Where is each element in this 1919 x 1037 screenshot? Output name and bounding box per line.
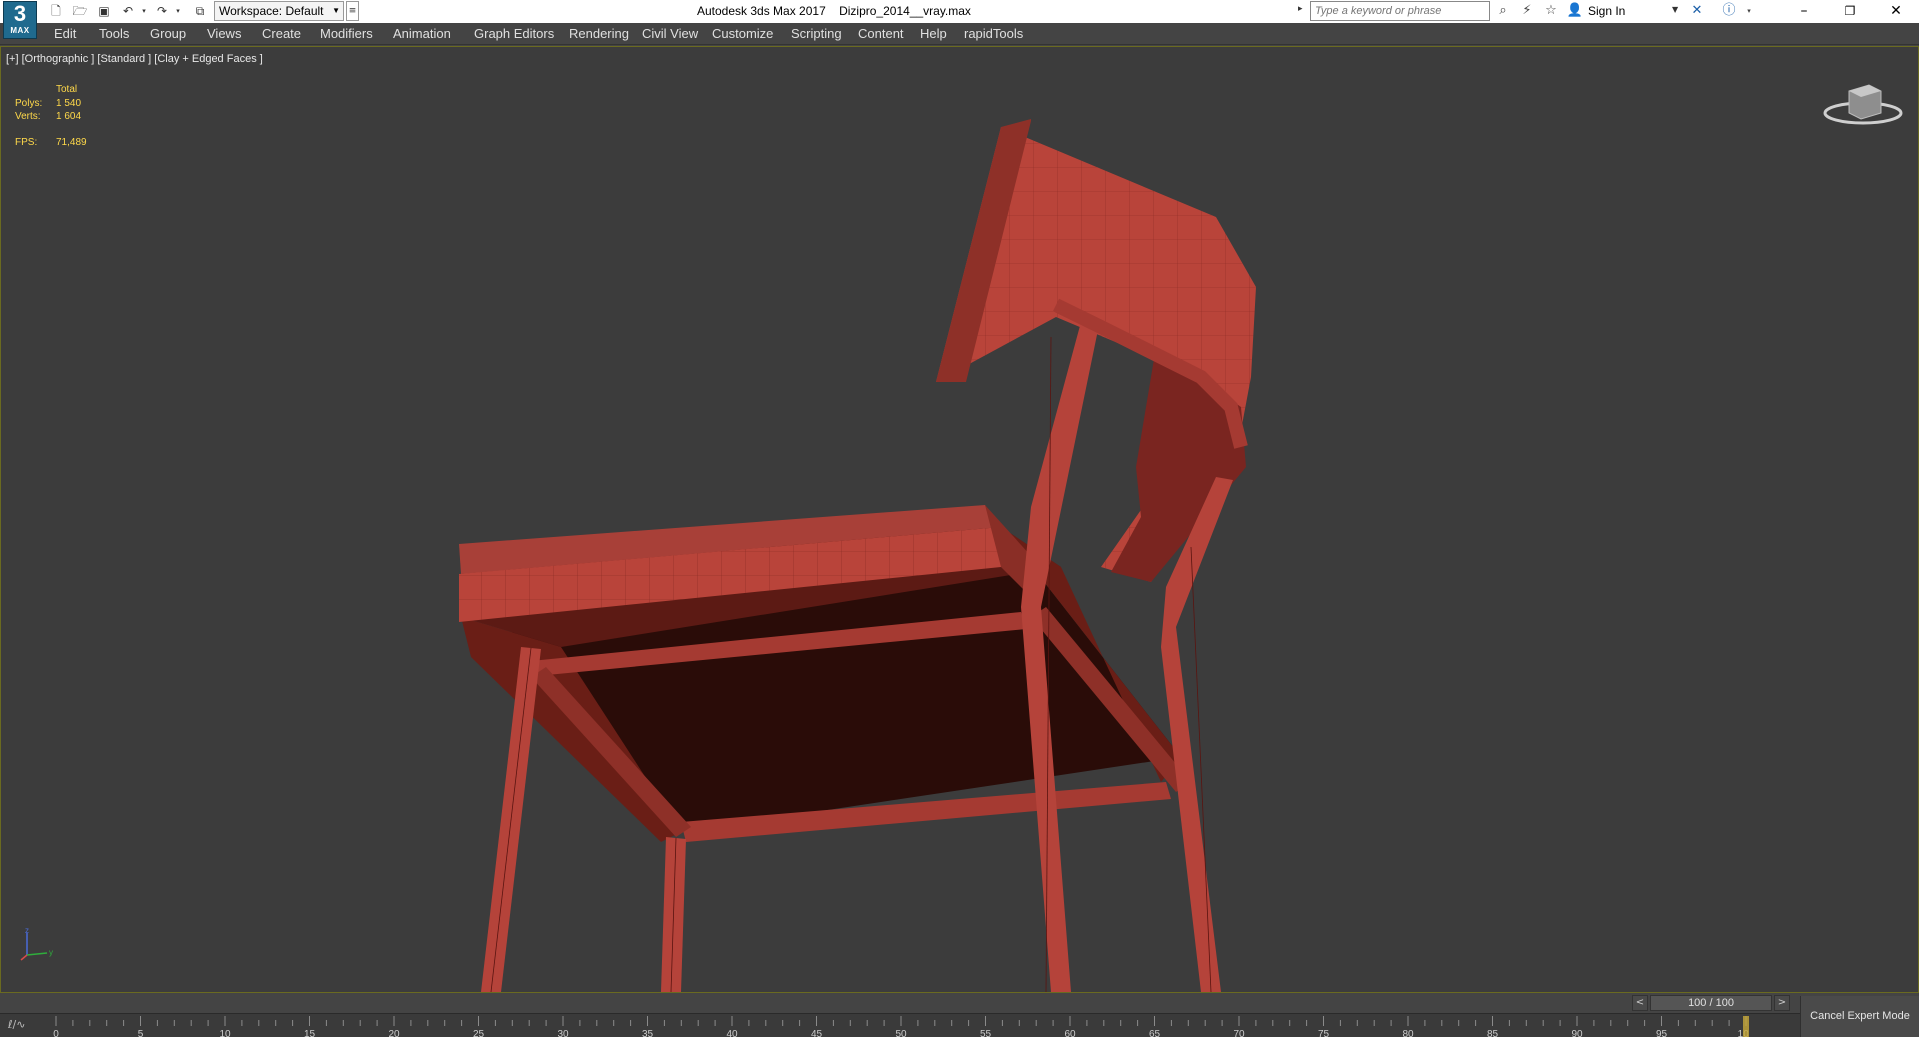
verts-value: 1 604 [56,111,82,122]
communication-center-icon[interactable]: ⚡ [1518,3,1536,19]
title-bar: 🗋 🗁 ▣ ↶ ▾ ↷ ▾ ⧉ Workspace: Default ▼ ≡ A… [0,0,1919,23]
menu-views[interactable]: Views [207,26,241,41]
menu-graph-editors[interactable]: Graph Editors [474,26,554,41]
sign-in-button[interactable]: Sign In [1588,4,1625,18]
new-file-icon[interactable]: 🗋 [48,3,64,19]
track-bar-ruler: 0510152025303540455055606570758085909510… [53,1016,1748,1037]
binoculars-icon[interactable]: ⌕ [1494,3,1512,19]
mini-curve-editor-icon[interactable]: ℓ∕∿ [8,1018,25,1031]
chevron-down-icon[interactable]: ▼ [1672,5,1678,14]
exchange-apps-icon[interactable]: ✕ [1688,3,1706,19]
help-dropdown-icon[interactable]: ▾ [1740,3,1758,19]
app-menu-button[interactable]: 3 MAX [3,1,37,39]
tick-label: 80 [1402,1029,1414,1037]
menu-group[interactable]: Group [150,26,186,41]
stats-header: Total [56,84,78,95]
quick-access-customize-button[interactable]: ≡ [346,1,359,21]
tick-label: 90 [1571,1029,1583,1037]
menu-edit[interactable]: Edit [54,26,76,41]
app-logo-icon: 3 [13,1,27,26]
cancel-expert-mode-button[interactable]: Cancel Expert Mode [1800,996,1919,1037]
viewport-label[interactable]: [+] [Orthographic ] [Standard ] [Clay + … [6,53,263,65]
polys-label: Polys: [15,98,43,109]
menu-help[interactable]: Help [920,26,947,41]
user-icon: 👤 [1566,3,1584,18]
perspective-viewport[interactable]: [+] [Orthographic ] [Standard ] [Clay + … [0,46,1919,993]
help-icon[interactable]: ⓘ [1720,3,1738,19]
tick-label: 45 [811,1029,823,1037]
time-slider-row: < 100 / 100 > [0,993,1919,1013]
search-expand-icon[interactable]: ▸ [1298,4,1303,14]
menu-animation[interactable]: Animation [393,26,451,41]
time-slider[interactable]: 100 / 100 [1650,995,1772,1011]
tick-label: 25 [473,1029,485,1037]
tick-label: 0 [53,1029,59,1037]
tick-label: 15 [304,1029,316,1037]
tick-label: 65 [1149,1029,1161,1037]
workspace-dropdown[interactable]: Workspace: Default ▼ [214,1,344,21]
workspace-label: Workspace: Default [219,4,324,18]
verts-label: Verts: [15,111,41,122]
app-logo-label: MAX [10,26,30,35]
menu-content[interactable]: Content [858,26,904,41]
menu-scripting[interactable]: Scripting [791,26,842,41]
axis-tripod-icon: z y [20,927,53,961]
prev-frame-button[interactable]: < [1632,995,1648,1011]
project-folder-icon[interactable]: ⧉ [192,3,208,19]
save-icon[interactable]: ▣ [96,3,112,19]
tick-label: 40 [726,1029,738,1037]
search-input[interactable] [1310,1,1490,21]
fps-value: 71,489 [56,137,87,148]
menu-modifiers[interactable]: Modifiers [320,26,373,41]
tick-label: 10 [219,1029,231,1037]
tick-label: 85 [1487,1029,1499,1037]
next-frame-button[interactable]: > [1774,995,1790,1011]
tick-label: 50 [895,1029,907,1037]
app-name: Autodesk 3ds Max 2017 [697,4,826,18]
menu-customize[interactable]: Customize [712,26,773,41]
redo-dropdown-icon[interactable]: ▾ [170,3,186,19]
menu-civil-view[interactable]: Civil View [642,26,698,41]
tick-label: 5 [138,1029,144,1037]
favorites-star-icon[interactable]: ☆ [1542,3,1560,19]
redo-icon[interactable]: ↷ [154,3,170,19]
menu-bar: Edit Tools Group Views Create Modifiers … [0,23,1919,45]
undo-dropdown-icon[interactable]: ▾ [136,3,152,19]
tick-label: 35 [642,1029,654,1037]
fps-label: FPS: [15,137,38,148]
restore-button[interactable]: ❐ [1827,0,1873,23]
tick-label: 30 [557,1029,569,1037]
axis-y-label: y [49,948,53,957]
menu-rapidtools[interactable]: rapidTools [964,26,1023,41]
tick-label: 60 [1064,1029,1076,1037]
tick-label: 20 [388,1029,400,1037]
time-playhead[interactable] [1743,1016,1749,1037]
axis-z-label: z [25,927,29,935]
tick-label: 95 [1656,1029,1668,1037]
chair-model[interactable] [1,47,1918,992]
menu-rendering[interactable]: Rendering [569,26,629,41]
minimize-button[interactable]: – [1781,0,1827,23]
chevron-down-icon: ▼ [332,6,340,15]
viewcube-icon[interactable] [1821,77,1905,133]
menu-tools[interactable]: Tools [99,26,129,41]
undo-icon[interactable]: ↶ [120,3,136,19]
tick-label: 75 [1318,1029,1330,1037]
close-button[interactable]: ✕ [1873,0,1919,23]
track-bar[interactable]: ℓ∕∿ 0 5 10 15 20 25 30 35 40 45 50 55 60 65 70 75 80 85 90… [0,1013,1800,1037]
file-name: Dizipro_2014__vray.max [839,4,971,18]
polys-value: 1 540 [56,98,82,109]
tick-label: 70 [1233,1029,1245,1037]
window-title: Autodesk 3ds Max 2017 Dizipro_2014__vray… [697,4,971,18]
tick-label: 55 [980,1029,992,1037]
menu-create[interactable]: Create [262,26,301,41]
open-file-icon[interactable]: 🗁 [72,3,88,19]
